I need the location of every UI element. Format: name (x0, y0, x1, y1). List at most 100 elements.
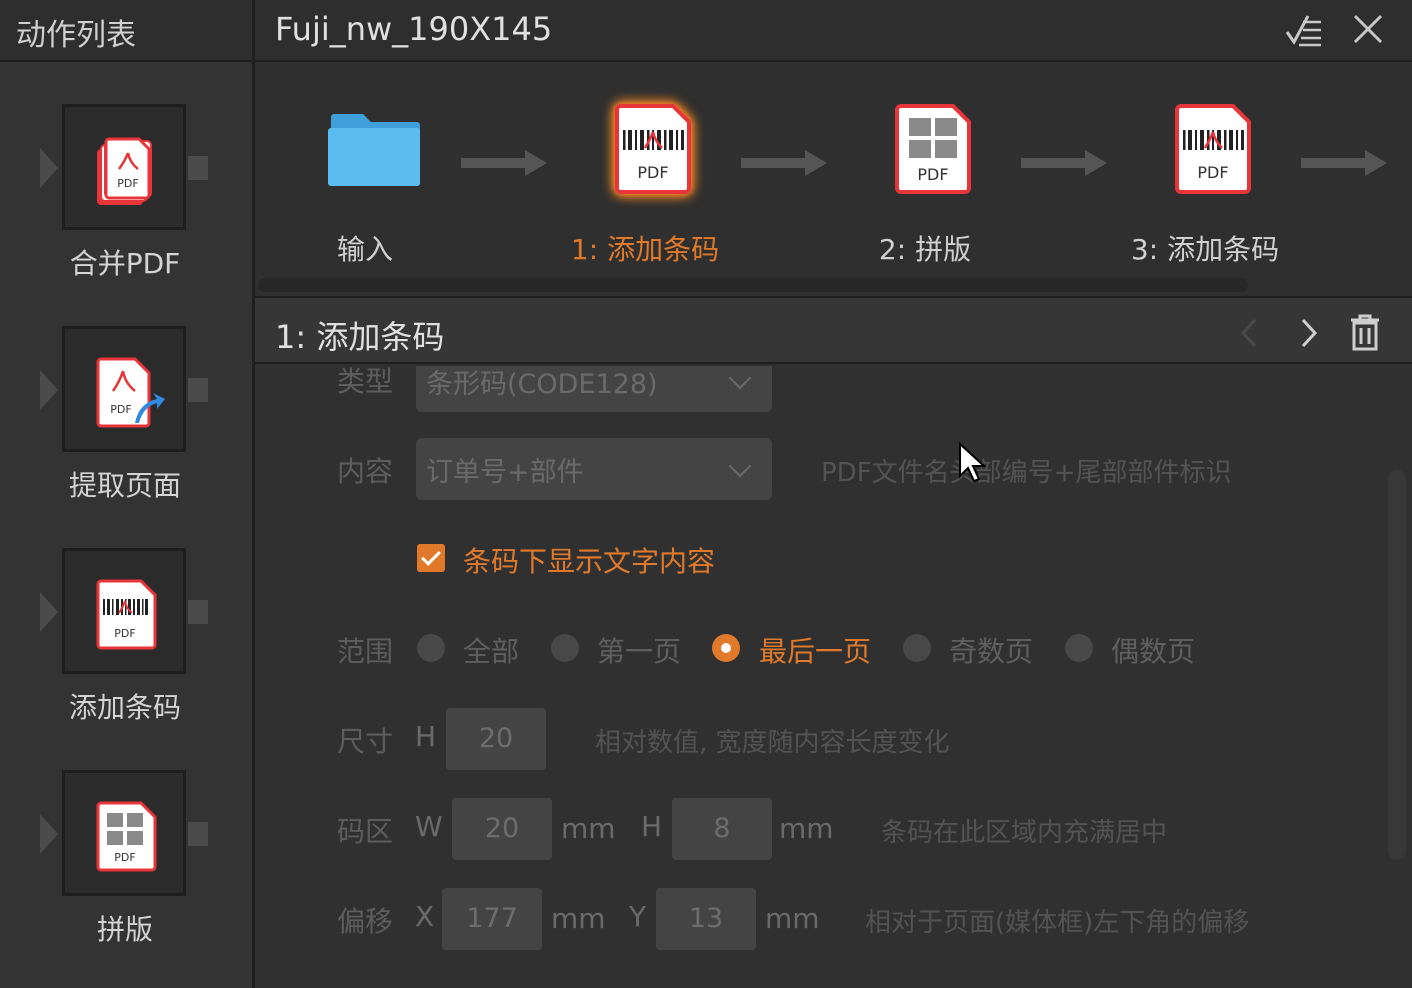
section-header: 1: 添加条码 (255, 296, 1412, 364)
svg-text:PDF: PDF (917, 165, 948, 184)
action-label: 拼版 (96, 913, 153, 946)
workflow-steps: 输入 PDF 1: 添加条码 PDF 2: 拼版 PDF 3: 添加条码 (255, 62, 1412, 292)
output-port (188, 822, 208, 846)
barcode-pdf-icon: PDF (615, 104, 691, 194)
type-value: 条形码(CODE128) (426, 369, 658, 400)
step-label: 1: 添加条码 (570, 233, 720, 266)
svg-text:PDF: PDF (114, 851, 135, 864)
content-label: 内容 (337, 455, 394, 488)
imposition-pdf-icon: PDF (895, 104, 971, 194)
range-radio-odd[interactable] (903, 634, 931, 662)
offset-y-unit: mm (765, 902, 820, 935)
flow-scrollbar[interactable] (258, 278, 1248, 292)
offset-x-label: X (415, 900, 435, 933)
area-h-input[interactable]: 8 (672, 798, 772, 860)
area-hint: 条码在此区域内充满居中 (881, 818, 1168, 848)
chevron-down-icon (728, 366, 752, 390)
content-value: 订单号+部件 (426, 457, 584, 488)
checklist-icon[interactable] (1285, 12, 1325, 48)
input-port (40, 592, 58, 632)
size-label: 尺寸 (337, 725, 394, 758)
barcode-pdf-icon: PDF (1175, 104, 1251, 194)
range-option-label[interactable]: 第一页 (597, 630, 681, 670)
offset-y-input[interactable]: 13 (656, 888, 756, 950)
offset-hint: 相对于页面(媒体框)左下角的偏移 (865, 908, 1250, 938)
trash-icon[interactable] (1345, 312, 1385, 352)
mouse-cursor-icon (959, 442, 986, 483)
step-label: 输入 (336, 233, 393, 266)
size-h-input[interactable]: 20 (446, 708, 546, 770)
type-label: 类型 (337, 366, 394, 398)
offset-y-label: Y (629, 900, 647, 933)
folder-icon (328, 114, 420, 186)
flow-arrow-icon (1021, 150, 1107, 176)
offset-label: 偏移 (337, 905, 394, 938)
content-hint: PDF文件名头部编号+尾部部件标识 (821, 458, 1232, 488)
action-label: 合并PDF (69, 247, 181, 280)
output-port (188, 156, 208, 180)
step-2-imposition[interactable]: PDF 2: 拼版 (825, 100, 1025, 290)
area-h-unit: mm (779, 812, 834, 845)
workflow-title: Fuji_nw_190X145 (275, 10, 553, 48)
close-icon[interactable] (1347, 12, 1387, 48)
range-radio-last[interactable] (712, 634, 740, 662)
area-h-label: H (641, 810, 663, 843)
step-1-add-barcode[interactable]: PDF 1: 添加条码 (545, 100, 745, 290)
range-radio-all[interactable] (417, 634, 445, 662)
flow-arrow-icon (1301, 150, 1387, 176)
range-option-label[interactable]: 全部 (463, 630, 519, 670)
output-port (188, 378, 208, 402)
area-w-unit: mm (561, 812, 616, 845)
merge-pdf-icon: PDF (97, 137, 152, 205)
svg-text:PDF: PDF (637, 163, 668, 182)
range-option-label[interactable]: 奇数页 (949, 630, 1033, 670)
size-h-label: H (415, 720, 437, 753)
svg-text:PDF: PDF (117, 177, 138, 190)
step-3-add-barcode[interactable]: PDF 3: 添加条码 (1105, 100, 1305, 290)
svg-text:PDF: PDF (1197, 163, 1228, 182)
action-list-panel: 动作列表 PDF 合并PDF PDF 提取页面 PDF 添加条码 PDF 拼版 (0, 0, 252, 988)
next-icon[interactable] (1293, 316, 1323, 350)
step-input[interactable]: 输入 (265, 100, 465, 290)
svg-text:PDF: PDF (114, 627, 135, 640)
barcode-pdf-icon: PDF (96, 579, 157, 650)
area-w-input[interactable]: 20 (452, 798, 552, 860)
type-select[interactable]: 条形码(CODE128) (416, 366, 772, 412)
step-label: 3: 添加条码 (1130, 233, 1280, 266)
area-w-label: W (415, 810, 443, 843)
show-text-checkbox[interactable] (417, 544, 445, 572)
action-tile[interactable]: PDF (62, 770, 186, 896)
output-port (188, 600, 208, 624)
prev-icon[interactable] (1235, 316, 1265, 350)
chevron-down-icon (728, 454, 752, 478)
action-tile[interactable]: PDF (62, 548, 186, 674)
action-extract-pages[interactable]: PDF 提取页面 (40, 326, 220, 526)
range-radio-first[interactable] (551, 634, 579, 662)
barcode-settings-form: 类型 条形码(CODE128) 内容 订单号+部件 PDF文件名头部编号+尾部部… (255, 366, 1412, 988)
offset-x-unit: mm (551, 902, 606, 935)
action-tile[interactable]: PDF (62, 326, 186, 452)
svg-text:PDF: PDF (110, 403, 131, 416)
action-tile[interactable]: PDF (62, 104, 186, 230)
range-label: 范围 (337, 635, 394, 668)
form-scrollbar[interactable] (1388, 470, 1406, 860)
show-text-label[interactable]: 条码下显示文字内容 (463, 540, 715, 580)
step-label: 2: 拼版 (878, 233, 972, 266)
action-list-header: 动作列表 (0, 0, 252, 62)
area-label: 码区 (337, 815, 394, 848)
section-title: 1: 添加条码 (275, 318, 445, 356)
offset-x-input[interactable]: 177 (442, 888, 542, 950)
input-port (40, 148, 58, 188)
range-radio-even[interactable] (1065, 634, 1093, 662)
action-list-title: 动作列表 (16, 18, 136, 53)
size-hint: 相对数值, 宽度随内容长度变化 (595, 728, 950, 758)
action-add-barcode[interactable]: PDF 添加条码 (40, 548, 220, 748)
action-merge-pdf[interactable]: PDF 合并PDF (40, 104, 220, 304)
input-port (40, 814, 58, 854)
range-option-label[interactable]: 偶数页 (1111, 630, 1195, 670)
extract-pages-icon: PDF (96, 357, 165, 428)
action-imposition[interactable]: PDF 拼版 (40, 770, 220, 970)
flow-arrow-icon (741, 150, 827, 176)
range-option-label[interactable]: 最后一页 (759, 630, 871, 670)
content-select[interactable]: 订单号+部件 (416, 438, 772, 500)
